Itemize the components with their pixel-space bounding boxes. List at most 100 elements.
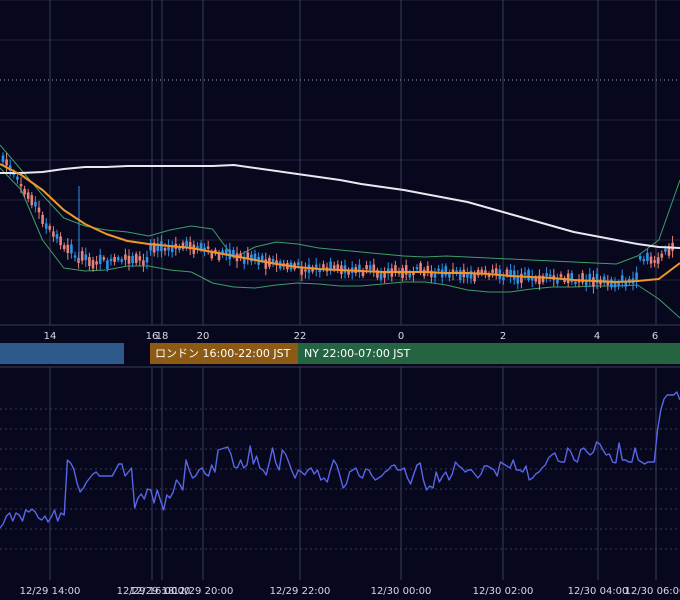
candle-body: [638, 256, 642, 260]
oscillator-x-tick-label: 12/29 20:00: [173, 586, 234, 597]
price-x-tick-label: 18: [156, 331, 169, 342]
price-x-tick-label: 2: [500, 331, 506, 342]
candle-body: [66, 244, 70, 253]
candle-body: [98, 254, 102, 264]
candle-body: [185, 240, 188, 247]
candle-body: [19, 184, 23, 187]
candle-body: [62, 245, 66, 250]
candle-body: [109, 258, 113, 262]
candle-body: [437, 268, 440, 271]
candle-body: [163, 248, 167, 251]
candle-body: [404, 265, 408, 275]
candle-body: [170, 246, 174, 253]
candle-body: [134, 253, 138, 264]
candle-body: [617, 282, 620, 287]
candle-body: [59, 236, 62, 246]
candle-body: [5, 159, 8, 166]
candle-body: [545, 273, 548, 277]
candle-body: [383, 272, 386, 278]
candle-body: [426, 265, 430, 272]
candle-body: [505, 269, 509, 276]
candle-body: [124, 254, 127, 260]
candle-body: [149, 244, 152, 251]
candle-body: [37, 207, 41, 213]
candle-body: [44, 223, 48, 229]
candle-body: [95, 261, 98, 265]
candle-body: [433, 273, 437, 278]
candle-body: [106, 260, 109, 270]
candle-body: [304, 269, 307, 272]
candle-body: [232, 249, 235, 256]
candle-body: [300, 267, 304, 275]
candle-body: [41, 214, 44, 224]
candle-body: [343, 265, 347, 273]
oscillator-x-tick-label: 12/30 00:00: [371, 586, 432, 597]
candle-body: [412, 272, 415, 276]
price-x-tick-label: 6: [652, 331, 658, 342]
candle-body: [660, 253, 664, 258]
price-x-tick-label: 20: [197, 331, 210, 342]
candle-body: [131, 256, 134, 264]
candle-body: [610, 279, 613, 288]
candle-body: [26, 192, 30, 199]
oscillator-x-tick-label: 12/29 22:00: [270, 586, 331, 597]
candle-body: [142, 260, 145, 266]
session-label-london: ロンドン 16:00-22:00 JST: [155, 347, 291, 360]
candle-body: [365, 265, 368, 270]
candle-body: [559, 274, 563, 278]
candle-body: [127, 255, 131, 264]
candle-body: [444, 266, 448, 276]
candle-body: [145, 257, 149, 263]
candle-body: [70, 244, 73, 254]
candle-body: [138, 256, 142, 261]
candle-body: [523, 272, 527, 275]
candle-body: [102, 257, 106, 260]
session-label-ny: NY 22:00-07:00 JST: [304, 347, 411, 360]
candle-body: [206, 246, 210, 249]
candle-body: [80, 251, 84, 261]
candle-body: [592, 277, 595, 287]
price-x-tick-label: 14: [44, 331, 57, 342]
candle-body: [296, 262, 300, 266]
candle-body: [649, 256, 653, 264]
price-x-tick-label: 0: [398, 331, 404, 342]
candle-body: [520, 273, 523, 283]
candle-body: [113, 257, 116, 262]
candle-body: [491, 269, 494, 273]
chart-root: 14 16 18 20 22 0 2 4 6 ロンドン 16:00-22:00 JST NY 2…: [0, 0, 680, 600]
candle-body: [656, 257, 660, 264]
price-x-tick-label: 4: [594, 331, 600, 342]
candle-body: [332, 265, 336, 269]
candle-body: [646, 252, 649, 261]
candle-body: [469, 270, 473, 279]
candle-body: [48, 225, 52, 230]
candle-body: [502, 277, 505, 281]
candle-body: [23, 188, 26, 195]
candle-body: [653, 260, 656, 263]
candle-body: [574, 281, 577, 285]
candle-body: [534, 277, 538, 282]
candle-body: [55, 234, 59, 239]
oscillator-x-tick-label: 12/29 14:00: [20, 586, 81, 597]
candle-body: [16, 176, 19, 180]
candle-body: [120, 259, 124, 262]
candle-body: [73, 255, 77, 258]
candle-body: [322, 264, 325, 269]
candle-body: [368, 265, 372, 270]
candle-body: [84, 254, 88, 261]
candle-body: [527, 270, 530, 280]
candle-body: [34, 201, 37, 207]
candle-body: [458, 270, 462, 281]
oscillator-x-tick-label: 12/30 02:00: [473, 586, 534, 597]
candle-body: [91, 260, 95, 269]
candle-body: [260, 255, 264, 261]
candle-body: [494, 268, 498, 275]
candle-body: [415, 267, 419, 270]
candle-body: [30, 195, 34, 206]
oscillator-x-tick-label: 12/30 04:00: [568, 586, 629, 597]
candle-body: [116, 257, 120, 261]
candle-body: [512, 270, 516, 280]
price-x-tick-label: 22: [294, 331, 307, 342]
candle-body: [52, 231, 55, 237]
candle-body: [88, 257, 91, 266]
